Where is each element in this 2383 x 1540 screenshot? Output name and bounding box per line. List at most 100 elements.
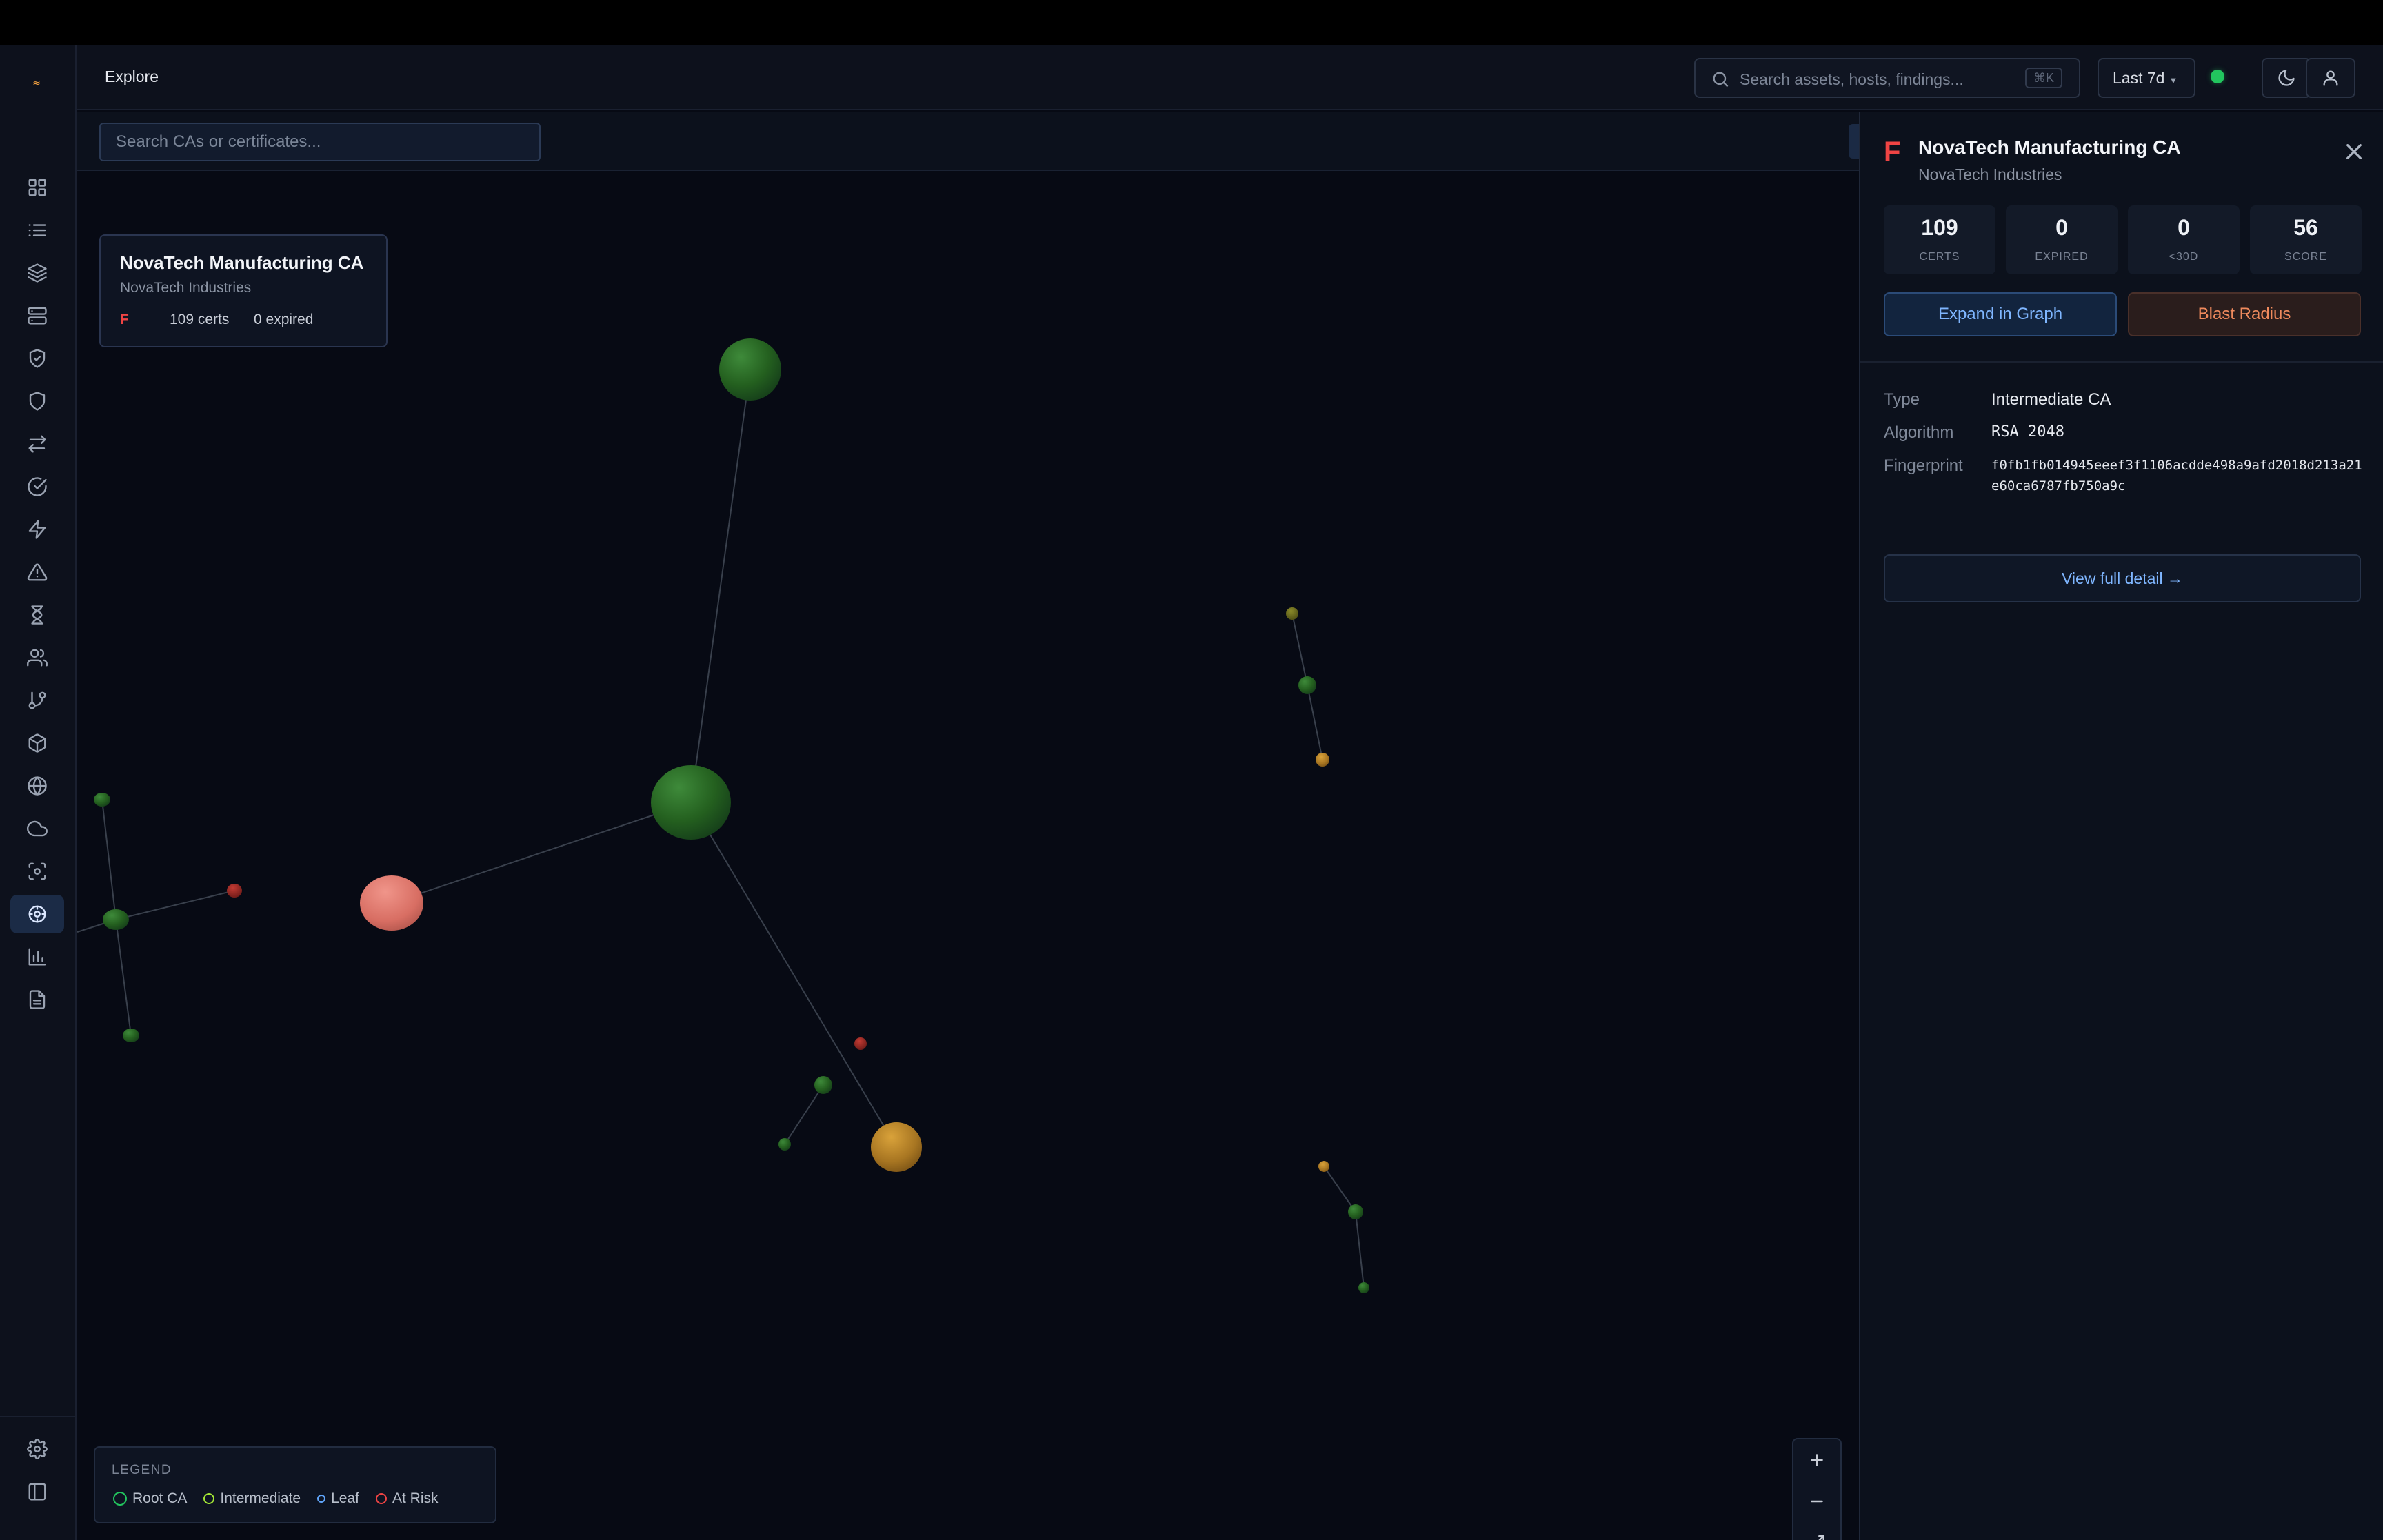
ca-detail-name: NovaTech Manufacturing CA: [1918, 136, 2181, 158]
ca-search-input[interactable]: [99, 123, 541, 161]
graph-node-leaf[interactable]: [1298, 676, 1316, 694]
graph-edge: [391, 802, 692, 904]
zoom-in-button[interactable]: [1793, 1439, 1840, 1481]
shield-check-icon: [29, 349, 46, 368]
warning-triangle-icon: [27, 563, 48, 581]
panel-divider: [1860, 361, 2383, 363]
layers-icon: [28, 263, 47, 283]
graph-node-leaf[interactable]: [1348, 1204, 1363, 1219]
stat-value: 0: [2178, 215, 2190, 240]
sidebar-item-transfers[interactable]: [10, 425, 64, 463]
graph-node-leaf[interactable]: [103, 909, 129, 930]
legend-swatch: [375, 1493, 387, 1504]
graph-node-selected-ca[interactable]: [360, 875, 423, 931]
sidebar-item-events[interactable]: [10, 510, 64, 549]
sidebar-item-policies[interactable]: [10, 339, 64, 378]
time-range-dropdown[interactable]: Last 7d ▼: [2098, 58, 2195, 98]
selected-ca-expired-count: 0 expired: [254, 312, 314, 327]
graph-node-at-risk[interactable]: [227, 884, 242, 898]
sidebar-item-cloud[interactable]: [10, 809, 64, 848]
sidebar-item-security[interactable]: [10, 382, 64, 421]
package-box-icon: [28, 733, 46, 753]
lightning-icon: [28, 520, 46, 539]
stat-value: 0: [2055, 215, 2068, 240]
sidebar-item-reports[interactable]: [10, 938, 64, 976]
selected-ca-card[interactable]: NovaTech Manufacturing CA NovaTech Indus…: [99, 234, 388, 347]
graph-node-leaf[interactable]: [123, 1029, 139, 1042]
graph-node-root-ca[interactable]: [719, 338, 781, 401]
sidebar-item-expiry[interactable]: [10, 596, 64, 634]
graph-node-intermediate[interactable]: [1316, 753, 1329, 767]
graph-edge: [115, 919, 132, 1036]
sidebar-item-branches[interactable]: [10, 681, 64, 720]
stat-label: SCORE: [2284, 251, 2327, 263]
chevron-down-icon: ▼: [2169, 75, 2178, 85]
scan-icon: [28, 862, 46, 880]
app-logo[interactable]: ≈: [32, 79, 41, 88]
graph-node-leaf[interactable]: [814, 1076, 832, 1094]
graph-edge: [1291, 613, 1308, 686]
legend-label: Root CA: [132, 1490, 188, 1506]
selected-ca-name: NovaTech Manufacturing CA: [120, 252, 364, 273]
theme-toggle-button[interactable]: [2262, 58, 2311, 98]
sidebar-nav: ≈: [0, 45, 77, 1540]
fit-screen-button[interactable]: [1793, 1522, 1840, 1540]
selected-ca-org: NovaTech Industries: [120, 280, 252, 296]
legend-item-root-ca: Root CA: [113, 1490, 187, 1507]
stat-value: 56: [2293, 215, 2318, 240]
stat-expired: 0 EXPIRED: [2006, 205, 2118, 274]
graph-canvas[interactable]: NovaTech Manufacturing CA NovaTech Indus…: [77, 112, 1859, 1540]
globe-icon: [28, 776, 47, 796]
sidebar-item-packages[interactable]: [10, 724, 64, 762]
gear-icon: [27, 1439, 48, 1459]
graph-edge: [1355, 1211, 1365, 1288]
view-full-detail-button[interactable]: View full detail →: [1884, 554, 2361, 602]
sidebar-item-scans[interactable]: [10, 852, 64, 891]
graph-edge: [1307, 685, 1323, 760]
graph-legend: LEGEND Root CA Intermediate Leaf At Risk: [94, 1446, 496, 1523]
expand-in-graph-button[interactable]: Expand in Graph: [1884, 292, 2117, 336]
graph-node-root-ca[interactable]: [651, 765, 731, 840]
sidebar-item-users[interactable]: [10, 638, 64, 677]
legend-item-leaf: Leaf: [317, 1490, 359, 1507]
list-icon: [28, 224, 46, 236]
zoom-out-button[interactable]: [1793, 1481, 1840, 1522]
toolbar-overflow-button[interactable]: [1849, 124, 1859, 159]
sidebar-item-domains[interactable]: [10, 767, 64, 805]
legend-swatch: [113, 1492, 127, 1506]
graph-node-leaf[interactable]: [778, 1138, 791, 1151]
graph-node-leaf[interactable]: [1358, 1282, 1369, 1293]
server-icon: [28, 307, 47, 325]
sidebar-item-compliance[interactable]: [10, 467, 64, 506]
graph-node-at-risk[interactable]: [854, 1037, 867, 1050]
sidebar-item-alerts[interactable]: [10, 553, 64, 591]
sidebar-item-dashboard[interactable]: [10, 168, 64, 207]
minus-icon: [1811, 1500, 1823, 1503]
user-menu-button[interactable]: [2306, 58, 2355, 98]
sidebar-item-layers[interactable]: [10, 254, 64, 292]
sidebar-item-documents[interactable]: [10, 980, 64, 1019]
graph-node-intermediate[interactable]: [871, 1122, 922, 1172]
graph-node-intermediate[interactable]: [1286, 607, 1298, 620]
sidebar-item-servers[interactable]: [10, 296, 64, 335]
legend-label: Leaf: [331, 1490, 359, 1506]
sidebar-item-certificate-explorer[interactable]: [10, 895, 64, 933]
global-search[interactable]: Search assets, hosts, findings... ⌘K: [1694, 58, 2080, 98]
cloud-icon: [27, 820, 48, 837]
type-value: Intermediate CA: [1991, 390, 2111, 409]
graph-node-intermediate[interactable]: [1318, 1161, 1329, 1172]
bar-chart-icon: [28, 948, 46, 966]
blast-radius-button[interactable]: Blast Radius: [2128, 292, 2361, 336]
algorithm-label: Algorithm: [1884, 423, 1954, 442]
sidebar-item-settings[interactable]: [10, 1430, 64, 1468]
search-icon: [1713, 72, 1729, 88]
graph-edge: [115, 890, 235, 920]
sidebar-toggle-icon: [28, 1483, 46, 1501]
sidebar-item-list[interactable]: [10, 211, 64, 250]
legend-swatch: [203, 1493, 215, 1504]
dashboard-grid-icon: [28, 179, 46, 196]
fingerprint-label: Fingerprint: [1884, 456, 1963, 475]
sidebar-collapse-button[interactable]: [10, 1472, 64, 1511]
graph-node-leaf[interactable]: [94, 793, 110, 807]
close-panel-button[interactable]: [2343, 141, 2365, 163]
